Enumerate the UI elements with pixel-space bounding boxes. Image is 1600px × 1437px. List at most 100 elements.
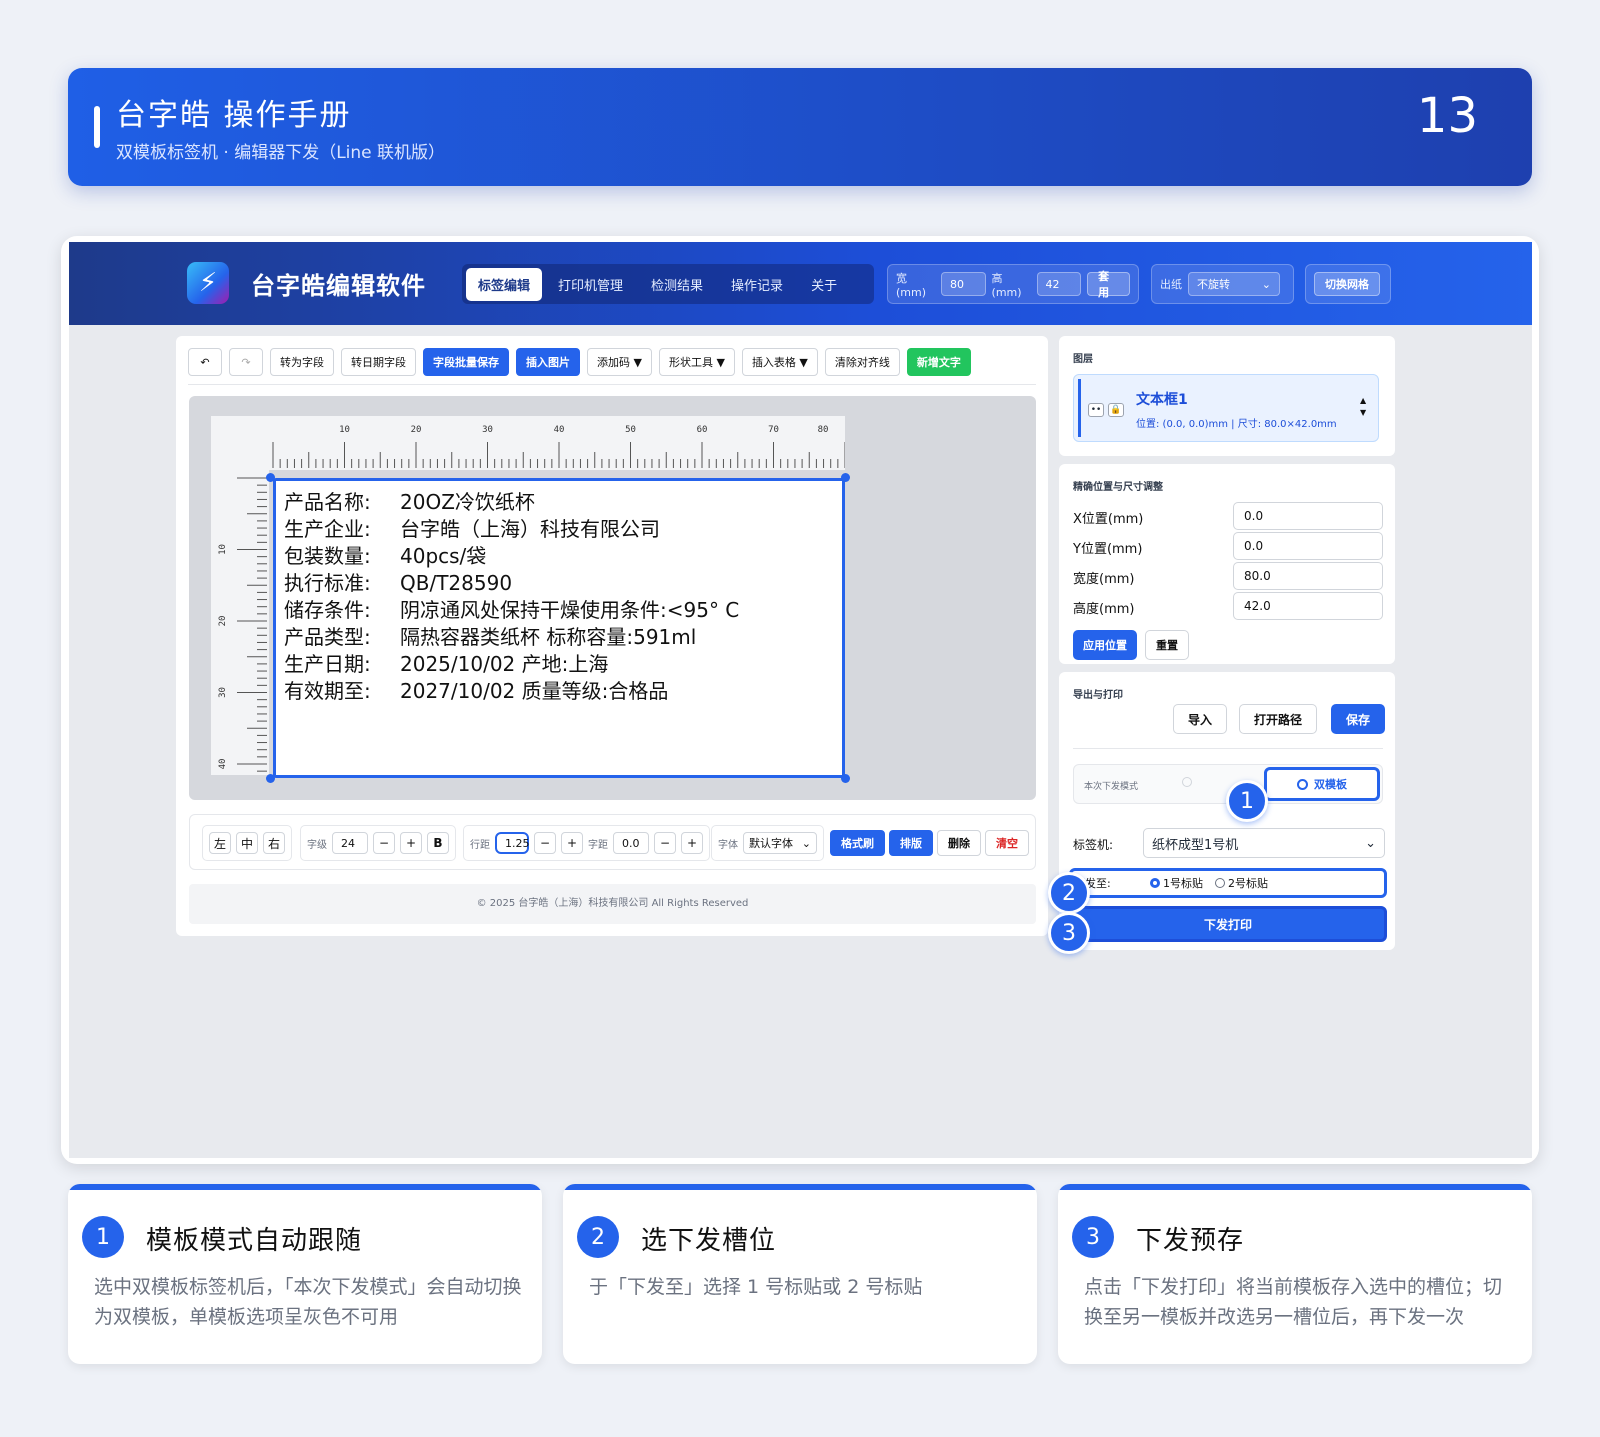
manual-title: 台字皓 操作手册 [116, 98, 352, 133]
label-line: 包装数量: 40pcs/袋 [284, 543, 739, 570]
font-family-label: 字体 [718, 839, 738, 851]
open-path-button[interactable]: 打开路径 [1239, 704, 1318, 734]
resize-handle-bottom-right[interactable] [841, 774, 850, 783]
ruler-label: 50 [625, 425, 636, 435]
lock-icon[interactable]: 🔒 [1108, 403, 1124, 417]
slot-selector: 下发至: 1号标贴 2号标贴 [1069, 868, 1387, 898]
card-title: 下发预存 [1136, 1226, 1245, 1256]
font-family-group: 字体 默认字体 ⌄ [711, 825, 824, 861]
font-size-plus-button[interactable]: + [400, 832, 422, 854]
label-line-value: 隔热容器类纸杯 标称容量:591ml [400, 625, 697, 649]
label-line-value: 20OZ冷饮纸杯 [400, 490, 535, 514]
insert-table-dropdown[interactable]: 插入表格 ▼ [741, 348, 818, 376]
printer-select[interactable]: 纸杯成型1号机 ⌄ [1143, 828, 1385, 858]
letter-spacing-plus-button[interactable]: + [681, 832, 703, 854]
resize-handle-bottom-left[interactable] [266, 774, 275, 783]
chevron-down-icon: ⌄ [1365, 835, 1376, 851]
double-mode-option[interactable]: 双模板 [1264, 767, 1380, 801]
export-title: 导出与打印 [1073, 690, 1123, 701]
height-label: 高(mm) [991, 271, 1022, 299]
font-family-select[interactable]: 默认字体 ⌄ [743, 832, 817, 854]
y-position-label: Y位置(mm) [1073, 542, 1143, 557]
apply-size-button[interactable]: 套用 [1087, 270, 1130, 299]
nav-tab-label-edit[interactable]: 标签编辑 [466, 267, 543, 301]
ruler-label: 20 [411, 425, 422, 435]
clear-guides-button[interactable]: 清除对齐线 [824, 348, 900, 376]
height-field-input[interactable]: 42.0 [1233, 592, 1383, 620]
to-date-field-button[interactable]: 转日期字段 [341, 348, 416, 376]
paper-rotation-value: 不旋转 [1197, 278, 1230, 291]
insert-image-button[interactable]: 插入图片 [516, 348, 580, 376]
to-field-button[interactable]: 转为字段 [270, 348, 334, 376]
delete-button[interactable]: 删除 [937, 830, 981, 856]
lightning-logo-icon: ⚡ [187, 262, 229, 304]
toggle-grid-button[interactable]: 切换网格 [1314, 272, 1380, 296]
export-divider [1073, 748, 1383, 749]
letter-spacing-minus-button[interactable]: − [654, 832, 676, 854]
step-card-1: 1 模板模式自动跟随 选中双模板标签机后，「本次下发模式」会自动切换为双模板，单… [68, 1184, 542, 1364]
y-position-input[interactable]: 0.0 [1233, 532, 1383, 560]
layers-panel: 图层 •• 🔒 文本框1 位置: (0.0, 0.0)mm | 尺寸: 80.0… [1059, 336, 1395, 456]
add-text-button[interactable]: 新增文字 [906, 348, 971, 376]
send-print-button[interactable]: 下发打印 [1069, 906, 1387, 942]
letter-spacing-input[interactable]: 0.0 [613, 832, 649, 854]
layer-order-arrows-icon[interactable]: ▲ ▼ [1360, 395, 1366, 419]
manual-header: 台字皓 操作手册 双模板标签机 · 编辑器下发（Line 联机版） 13 [68, 68, 1532, 186]
label-text-box[interactable]: 产品名称: 20OZ冷饮纸杯 生产企业: 台字皓（上海）科技有限公司 包装数量: 40pc… [273, 478, 845, 778]
nav-tab-logs[interactable]: 操作记录 [719, 268, 795, 301]
save-button[interactable]: 保存 [1331, 704, 1386, 734]
layers-title: 图层 [1073, 354, 1093, 365]
align-left-button[interactable]: 左 [209, 832, 231, 854]
step-marker-2: 2 [1048, 872, 1090, 914]
eye-icon[interactable]: •• [1088, 403, 1104, 417]
card-description: 选中双模板标签机后，「本次下发模式」会自动切换为双模板，单模板选项呈灰色不可用 [94, 1276, 522, 1328]
left-ruler: 10 20 30 40 [211, 470, 269, 779]
reset-button[interactable]: 重置 [1145, 630, 1189, 660]
x-position-input[interactable]: 0.0 [1233, 502, 1383, 530]
label-line: 生产企业: 台字皓（上海）科技有限公司 [284, 516, 739, 543]
shape-tools-dropdown[interactable]: 形状工具 ▼ [658, 348, 735, 376]
format-painter-button[interactable]: 格式刷 [830, 830, 885, 856]
align-right-button[interactable]: 右 [263, 832, 285, 854]
paper-group: 出纸 不旋转 ⌄ [1151, 264, 1294, 304]
line-height-minus-button[interactable]: − [534, 832, 556, 854]
height-input[interactable]: 42 [1036, 272, 1082, 296]
apply-position-button[interactable]: 应用位置 [1073, 630, 1137, 660]
batch-save-fields-button[interactable]: 字段批量保存 [423, 348, 509, 376]
position-panel: 精确位置与尺寸调整 X位置(mm) 0.0 Y位置(mm) 0.0 宽度(mm)… [1059, 464, 1395, 664]
label-line-key: 储存条件: [284, 598, 371, 622]
redo-button[interactable]: ↷ [229, 348, 263, 376]
layer-item[interactable]: •• 🔒 文本框1 位置: (0.0, 0.0)mm | 尺寸: 80.0×42… [1073, 374, 1379, 442]
align-center-button[interactable]: 中 [236, 832, 258, 854]
nav-tab-about[interactable]: 关于 [799, 268, 849, 301]
manual-subtitle: 双模板标签机 · 编辑器下发（Line 联机版） [116, 143, 446, 163]
bold-button[interactable]: B [427, 832, 449, 854]
font-size-minus-button[interactable]: − [373, 832, 395, 854]
x-position-label: X位置(mm) [1073, 512, 1144, 527]
ruler-label: 30 [482, 425, 493, 435]
layer-info: 位置: (0.0, 0.0)mm | 尺寸: 80.0×42.0mm [1136, 419, 1337, 430]
paper-rotation-select[interactable]: 不旋转 ⌄ [1188, 272, 1280, 296]
undo-button[interactable]: ↶ [188, 348, 222, 376]
layout-button[interactable]: 排版 [889, 830, 933, 856]
top-ruler: 10 20 30 40 50 60 70 80 [211, 416, 846, 470]
nav-tab-printer[interactable]: 打印机管理 [546, 268, 635, 301]
line-height-plus-button[interactable]: + [561, 832, 583, 854]
font-size-input[interactable]: 24 [332, 832, 368, 854]
clear-button[interactable]: 清空 [985, 830, 1029, 856]
resize-handle-top-right[interactable] [841, 473, 850, 482]
resize-handle-top-left[interactable] [266, 473, 275, 482]
left-ruler-ticks: 10 20 30 40 [218, 477, 267, 779]
add-code-dropdown[interactable]: 添加码 ▼ [587, 348, 652, 376]
width-field-input[interactable]: 80.0 [1233, 562, 1383, 590]
card-top-line [1058, 1184, 1532, 1190]
page-number: 13 [1416, 88, 1478, 144]
width-input[interactable]: 80 [940, 272, 986, 296]
import-button[interactable]: 导入 [1173, 704, 1228, 734]
line-height-input[interactable]: 1.25 [495, 832, 530, 854]
nav-tab-results[interactable]: 检测结果 [639, 268, 715, 301]
label-line-key: 包装数量: [284, 544, 371, 568]
slot1-radio[interactable] [1150, 878, 1160, 888]
slot2-radio[interactable] [1215, 878, 1225, 888]
label-line: 执行标准: QB/T28590 [284, 570, 739, 597]
